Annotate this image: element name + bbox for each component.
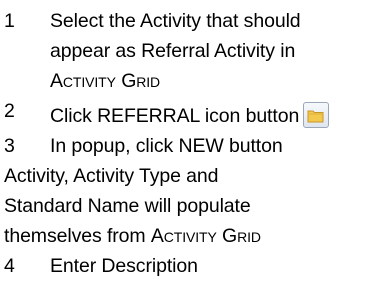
step-number: 1: [4, 10, 15, 32]
activity-grid-label: Activity Grid: [150, 225, 261, 247]
note-line-3: themselves from Activity Grid: [4, 221, 376, 251]
step-2-text: Click REFERRAL icon button: [50, 105, 300, 127]
note-line-1: Activity, Activity Type and: [4, 165, 219, 187]
step-2-body: Click REFERRAL icon button: [50, 96, 330, 131]
step-3: 3 In popup, click NEW button: [4, 131, 376, 161]
step-3-text: In popup, click NEW button: [50, 135, 283, 157]
note-line-2: Standard Name will populate: [4, 195, 251, 217]
step-1: 1 Select the Activity that should appear…: [4, 6, 376, 96]
step-4-text: Enter Description: [50, 255, 198, 277]
step-number: 3: [4, 135, 15, 157]
instruction-document: 1 Select the Activity that should appear…: [0, 0, 376, 294]
step-number: 2: [4, 100, 15, 122]
step-4-body: Enter Description: [50, 251, 198, 281]
activity-grid-label: Activity Grid: [50, 70, 161, 92]
note-line-3-prefix: themselves from: [4, 225, 151, 247]
step-2: 2 Click REFERRAL icon button: [4, 96, 376, 131]
referral-folder-icon: [303, 102, 330, 128]
step-number: 4: [4, 255, 15, 277]
step-1-body: Select the Activity that should appear a…: [50, 6, 301, 96]
step-3-body: In popup, click NEW button: [50, 131, 283, 161]
step-4: 4 Enter Description: [4, 251, 376, 281]
step-1-line-1: Select the Activity that should: [50, 10, 301, 32]
step-1-line-2: appear as Referral Activity in: [50, 40, 296, 62]
